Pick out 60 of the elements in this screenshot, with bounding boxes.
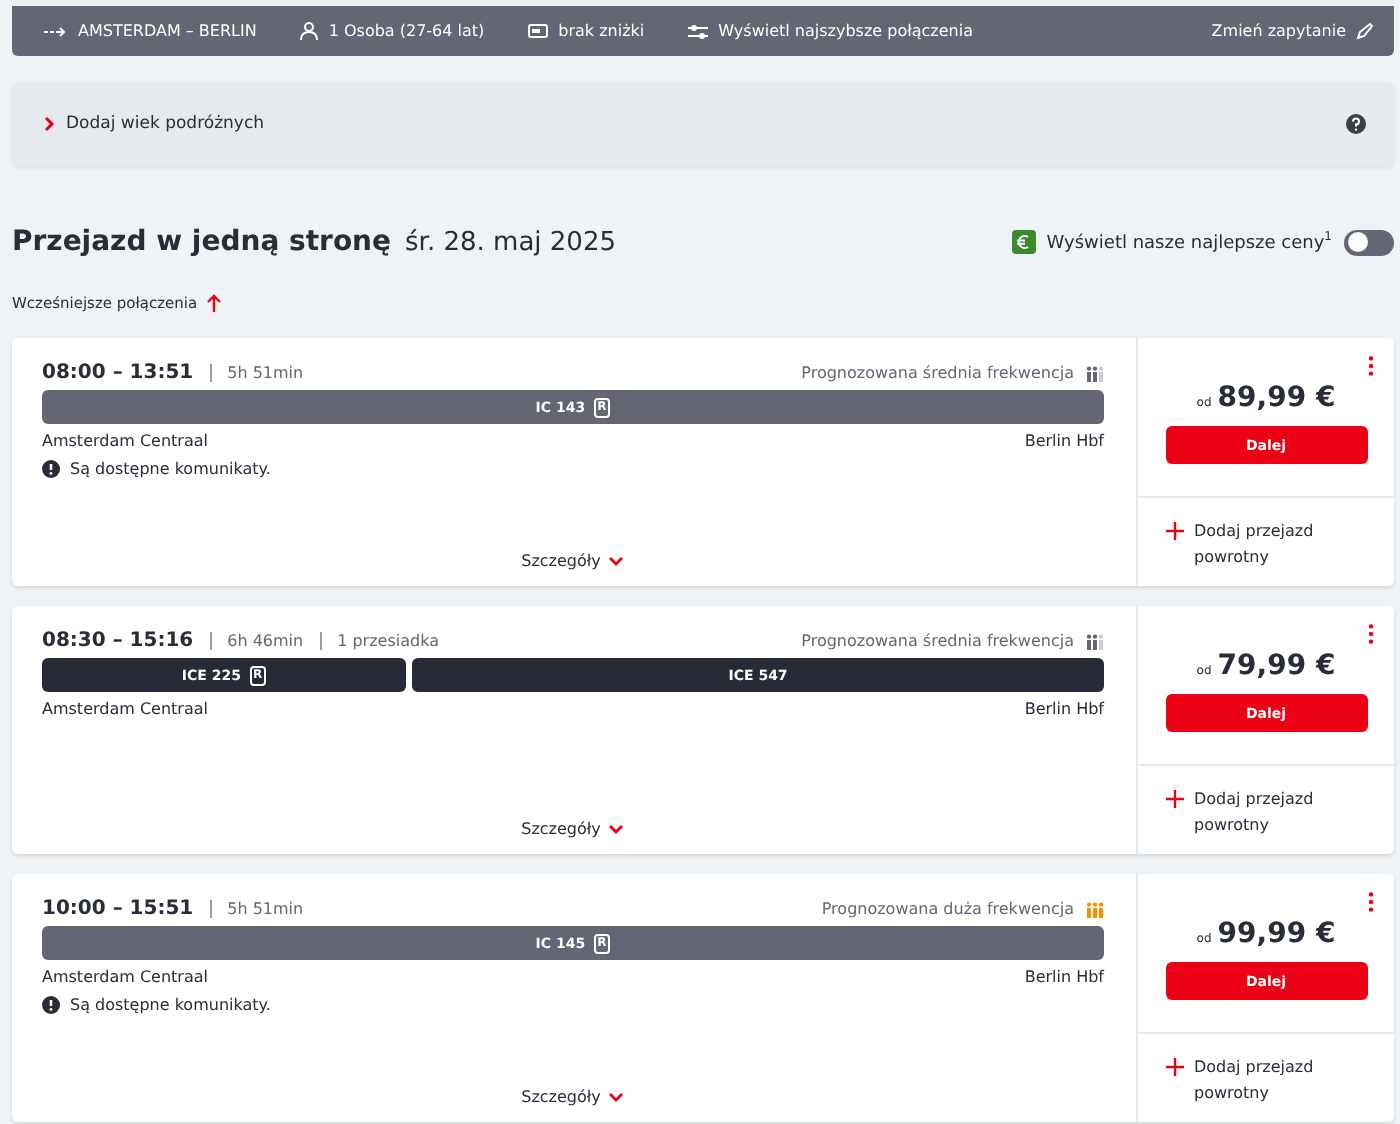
occupancy-icon [1086, 901, 1104, 917]
add-return-button[interactable]: Dodaj przejazd powrotny [1138, 1034, 1338, 1106]
price-text: 99,99 € [1217, 918, 1336, 950]
departure-arrival-times: 08:00 – 13:51 [42, 362, 194, 384]
add-age-link[interactable]: Dodaj wiek podróżnych [66, 114, 265, 134]
origin-station: Amsterdam Centraal [42, 432, 208, 450]
add-return-button[interactable]: Dodaj przejazd powrotny [1138, 766, 1338, 838]
more-icon[interactable] [1368, 624, 1374, 644]
notice-text: Są dostępne komunikaty. [70, 996, 271, 1014]
destination-station: Berlin Hbf [1024, 968, 1104, 986]
price-text: 89,99 € [1217, 382, 1336, 414]
person-icon [300, 22, 319, 40]
departure-arrival-times: 10:00 – 15:51 [42, 898, 194, 920]
occupancy-text: Prognozowana średnia frekwencja [801, 364, 1074, 382]
plus-icon [1166, 790, 1184, 808]
chevron-down-icon [608, 1092, 625, 1102]
plus-icon [1166, 522, 1184, 540]
change-query-link[interactable]: Zmień zapytanie [1211, 22, 1374, 40]
occupancy-text: Prognozowana duża frekwencja [821, 900, 1074, 918]
arrow-icon [44, 25, 68, 37]
origin-station: Amsterdam Centraal [42, 968, 208, 986]
more-icon[interactable] [1368, 356, 1374, 376]
chevron-down-icon [608, 824, 625, 834]
discount-text: brak zniżki [528, 22, 645, 40]
duration-text: 5h 51min [227, 900, 304, 918]
details-button[interactable]: Szczegóły [521, 820, 625, 838]
help-icon[interactable] [1346, 114, 1366, 134]
occupancy-icon [1086, 633, 1104, 649]
notice-text: Są dostępne komunikaty. [70, 460, 271, 478]
fastest-filter[interactable]: Wyświetl najszybsze połączenia [688, 22, 973, 40]
arrow-up-icon [205, 293, 222, 311]
alert-icon [42, 460, 60, 478]
departure-arrival-times: 08:30 – 15:16 [42, 630, 194, 652]
destination-station: Berlin Hbf [1024, 700, 1104, 718]
destination-station: Berlin Hbf [1024, 432, 1104, 450]
passengers-text: 1 Osoba (27-64 lat) [300, 22, 485, 40]
duration-text: 5h 51min [227, 364, 304, 382]
sliders-icon [688, 23, 709, 39]
chevron-right-icon [44, 116, 56, 132]
transfers-text: 1 przesiadka [337, 632, 439, 650]
best-prices-toggle[interactable] [1344, 229, 1394, 255]
card-icon [528, 24, 549, 38]
best-prices-label: Wyświetl nasze najlepsze ceny$^{1}$ [1046, 230, 1332, 254]
details-button[interactable]: Szczegóły [521, 552, 625, 570]
euro-icon [1012, 230, 1037, 254]
duration-text: 6h 46min [227, 632, 304, 650]
plus-icon [1166, 1058, 1184, 1076]
travel-date: śr. 28. maj 2025 [405, 227, 616, 257]
page-title: Przejazd w jedną stronę [12, 226, 392, 258]
pencil-icon [1356, 22, 1374, 40]
route-text: AMSTERDAM – BERLIN [44, 22, 257, 40]
occupancy-text: Prognozowana średnia frekwencja [801, 632, 1074, 650]
alert-icon [42, 996, 60, 1014]
occupancy-icon [1086, 365, 1104, 381]
details-button[interactable]: Szczegóły [521, 1088, 625, 1106]
add-return-button[interactable]: Dodaj przejazd powrotny [1138, 498, 1338, 570]
origin-station: Amsterdam Centraal [42, 700, 208, 718]
price-text: 79,99 € [1217, 650, 1336, 682]
more-icon[interactable] [1368, 892, 1374, 912]
chevron-down-icon [608, 556, 625, 566]
